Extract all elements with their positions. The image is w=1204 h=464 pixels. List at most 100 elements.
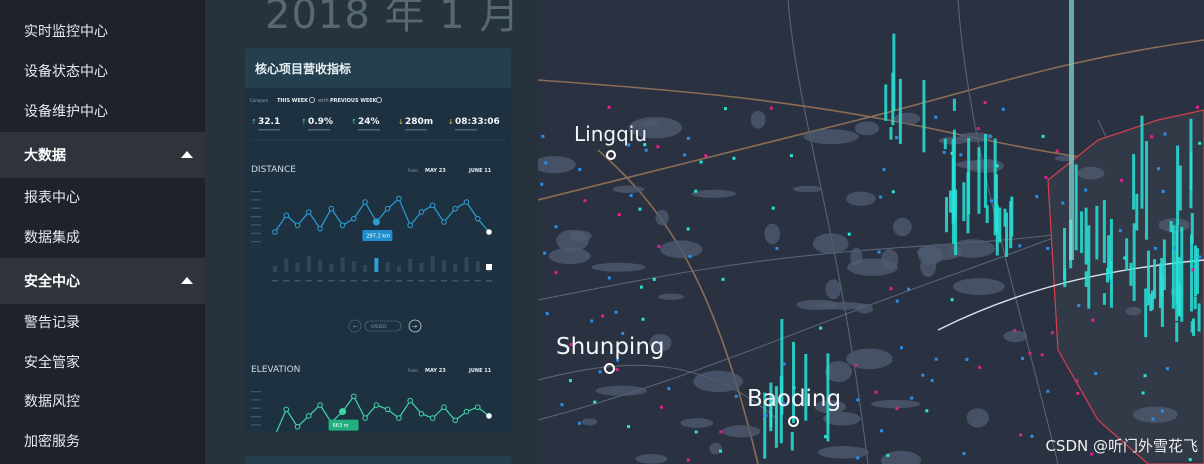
city-marker-icon[interactable] [788,416,799,427]
data-dot [1001,107,1005,111]
data-point[interactable] [418,410,425,417]
data-point[interactable] [384,205,391,212]
data-point[interactable] [373,402,380,408]
chevron-up-icon[interactable] [181,277,193,284]
data-dot [769,106,773,110]
data-point[interactable] [452,417,459,424]
menu-group-3[interactable]: 大数据 [0,132,205,178]
urban-area [680,418,714,428]
data-point[interactable] [463,408,470,415]
data-point[interactable] [339,222,346,229]
urban-area [793,185,823,193]
city-marker-icon[interactable] [606,150,616,160]
data-point[interactable] [328,205,335,212]
data-dot [1188,458,1192,462]
data-point[interactable] [339,408,347,416]
data-point[interactable] [272,229,278,235]
menu-item-8[interactable]: 安全管家 [0,342,205,382]
background-bar [419,263,424,272]
data-dot [1120,178,1124,182]
pager[interactable]: ← SPEEDS → [348,319,422,333]
data-point[interactable] [407,222,413,229]
previous-week-dropdown[interactable]: PREVIOUS WEEK [330,98,378,104]
urban-area [612,185,645,193]
city-marker-icon[interactable] [604,363,615,374]
data-bar [790,432,794,451]
data-point[interactable] [372,218,380,226]
data-point[interactable] [486,413,492,419]
data-dot [1161,189,1165,193]
data-dot [652,277,656,281]
data-dot [895,299,899,303]
data-point[interactable] [418,209,425,215]
x-tick-label [440,280,447,282]
city-map[interactable]: Lingqiu Shunping Baoding CSDN @听门外雪花飞 [538,0,1204,464]
urban-area [966,408,989,428]
menu-item-2[interactable]: 设备维护中心 [0,91,205,131]
data-point[interactable] [407,397,413,404]
data-point[interactable] [317,402,323,408]
data-point[interactable] [384,406,391,413]
data-point[interactable] [396,415,402,421]
data-dot [694,189,698,193]
chevron-down-icon[interactable] [375,96,382,103]
data-point[interactable] [429,202,436,209]
menu-item-1[interactable]: 设备状态中心 [0,51,205,91]
menu-item-4[interactable]: 报表中心 [0,177,205,217]
background-bar [284,259,289,272]
menu-item-10[interactable]: 加密服务 [0,421,205,461]
menu-item-label: 设备维护中心 [24,104,108,120]
data-point[interactable] [396,195,402,202]
city-label-lingqiu: Lingqiu [574,122,647,146]
this-week-dropdown[interactable]: THIS WEEK [277,98,309,104]
data-point[interactable] [294,423,301,430]
data-point[interactable] [305,209,312,215]
data-point[interactable] [362,415,368,421]
elevation-to-date[interactable]: JUNE 11 [468,368,492,374]
distance-from-date[interactable]: MAY 23 [425,168,446,174]
urban-area [920,255,937,278]
chevron-down-icon[interactable] [309,96,316,103]
data-point[interactable] [351,393,357,400]
with-label: with [318,98,329,104]
data-dot [659,405,663,409]
data-point[interactable] [486,229,492,235]
data-point[interactable] [441,404,447,411]
data-point[interactable] [452,205,459,212]
menu-item-5[interactable]: 数据集成 [0,217,205,257]
data-point[interactable] [283,212,290,219]
urban-area [709,442,722,455]
menu-item-7[interactable]: 警告记录 [0,302,205,342]
data-dot [959,153,963,157]
data-dot [1191,268,1195,272]
data-dot [1013,329,1017,333]
map-canvas[interactable] [538,0,1204,464]
data-point[interactable] [294,222,301,229]
data-dot [889,287,893,291]
data-point[interactable] [362,199,368,205]
data-bar [1175,322,1179,342]
urban-area [693,370,743,393]
elevation-from-date[interactable]: MAY 23 [425,368,446,374]
chevron-up-icon[interactable] [181,151,193,158]
data-point[interactable] [474,404,481,411]
data-dot [617,213,621,217]
menu-item-9[interactable]: 数据风控 [0,381,205,421]
data-point[interactable] [283,406,290,413]
urban-area [1125,306,1142,316]
background-bar [385,262,390,272]
data-point[interactable] [463,199,470,205]
data-dot [629,194,633,198]
data-point[interactable] [474,215,481,222]
urban-area [817,446,869,459]
data-point[interactable] [317,225,323,232]
data-point[interactable] [305,413,312,419]
distance-to-date[interactable]: JUNE 11 [468,168,492,174]
menu-item-0[interactable]: 实时监控中心 [0,11,205,51]
data-point[interactable] [351,215,357,222]
data-dot [1156,167,1160,171]
urban-area [816,302,868,310]
data-point[interactable] [441,219,447,225]
data-point[interactable] [429,415,436,421]
menu-group-6[interactable]: 安全中心 [0,258,205,304]
